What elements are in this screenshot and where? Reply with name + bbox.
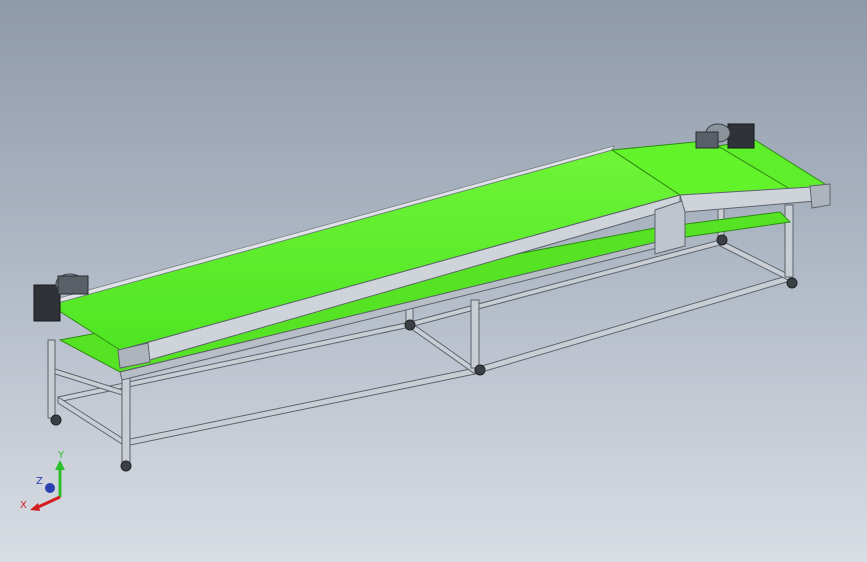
z-axis-marker xyxy=(45,483,55,493)
leg-front-right xyxy=(784,204,794,278)
bottom-rail-front xyxy=(124,367,476,447)
incline-end-cap xyxy=(809,183,831,209)
incline-side-plate xyxy=(654,199,686,255)
caster-wheel xyxy=(716,234,728,246)
cad-viewport[interactable]: Y X Z xyxy=(0,0,867,562)
caster-wheel xyxy=(786,277,798,289)
y-axis-label: Y xyxy=(57,450,65,461)
y-axis-arrow xyxy=(55,460,65,470)
x-axis-line xyxy=(35,495,61,510)
leg-rear-left xyxy=(47,339,56,419)
cross-member-mid xyxy=(409,321,476,375)
z-axis-label: Z xyxy=(36,476,43,487)
caster-wheel xyxy=(120,460,132,472)
leg-front-mid xyxy=(470,299,480,369)
caster-wheel xyxy=(404,319,416,331)
cross-member-left xyxy=(57,396,126,447)
cross-member-right xyxy=(719,239,791,282)
coordinate-triad: Y X Z xyxy=(20,450,65,511)
leg-front-left xyxy=(121,377,131,464)
caster-wheel xyxy=(50,414,62,426)
bottom-rail-front-right xyxy=(474,274,791,375)
conveyor-model: Y X Z xyxy=(20,123,831,511)
x-axis-arrow xyxy=(30,503,40,511)
caster-wheel xyxy=(474,364,486,376)
x-axis-label: X xyxy=(20,500,27,511)
